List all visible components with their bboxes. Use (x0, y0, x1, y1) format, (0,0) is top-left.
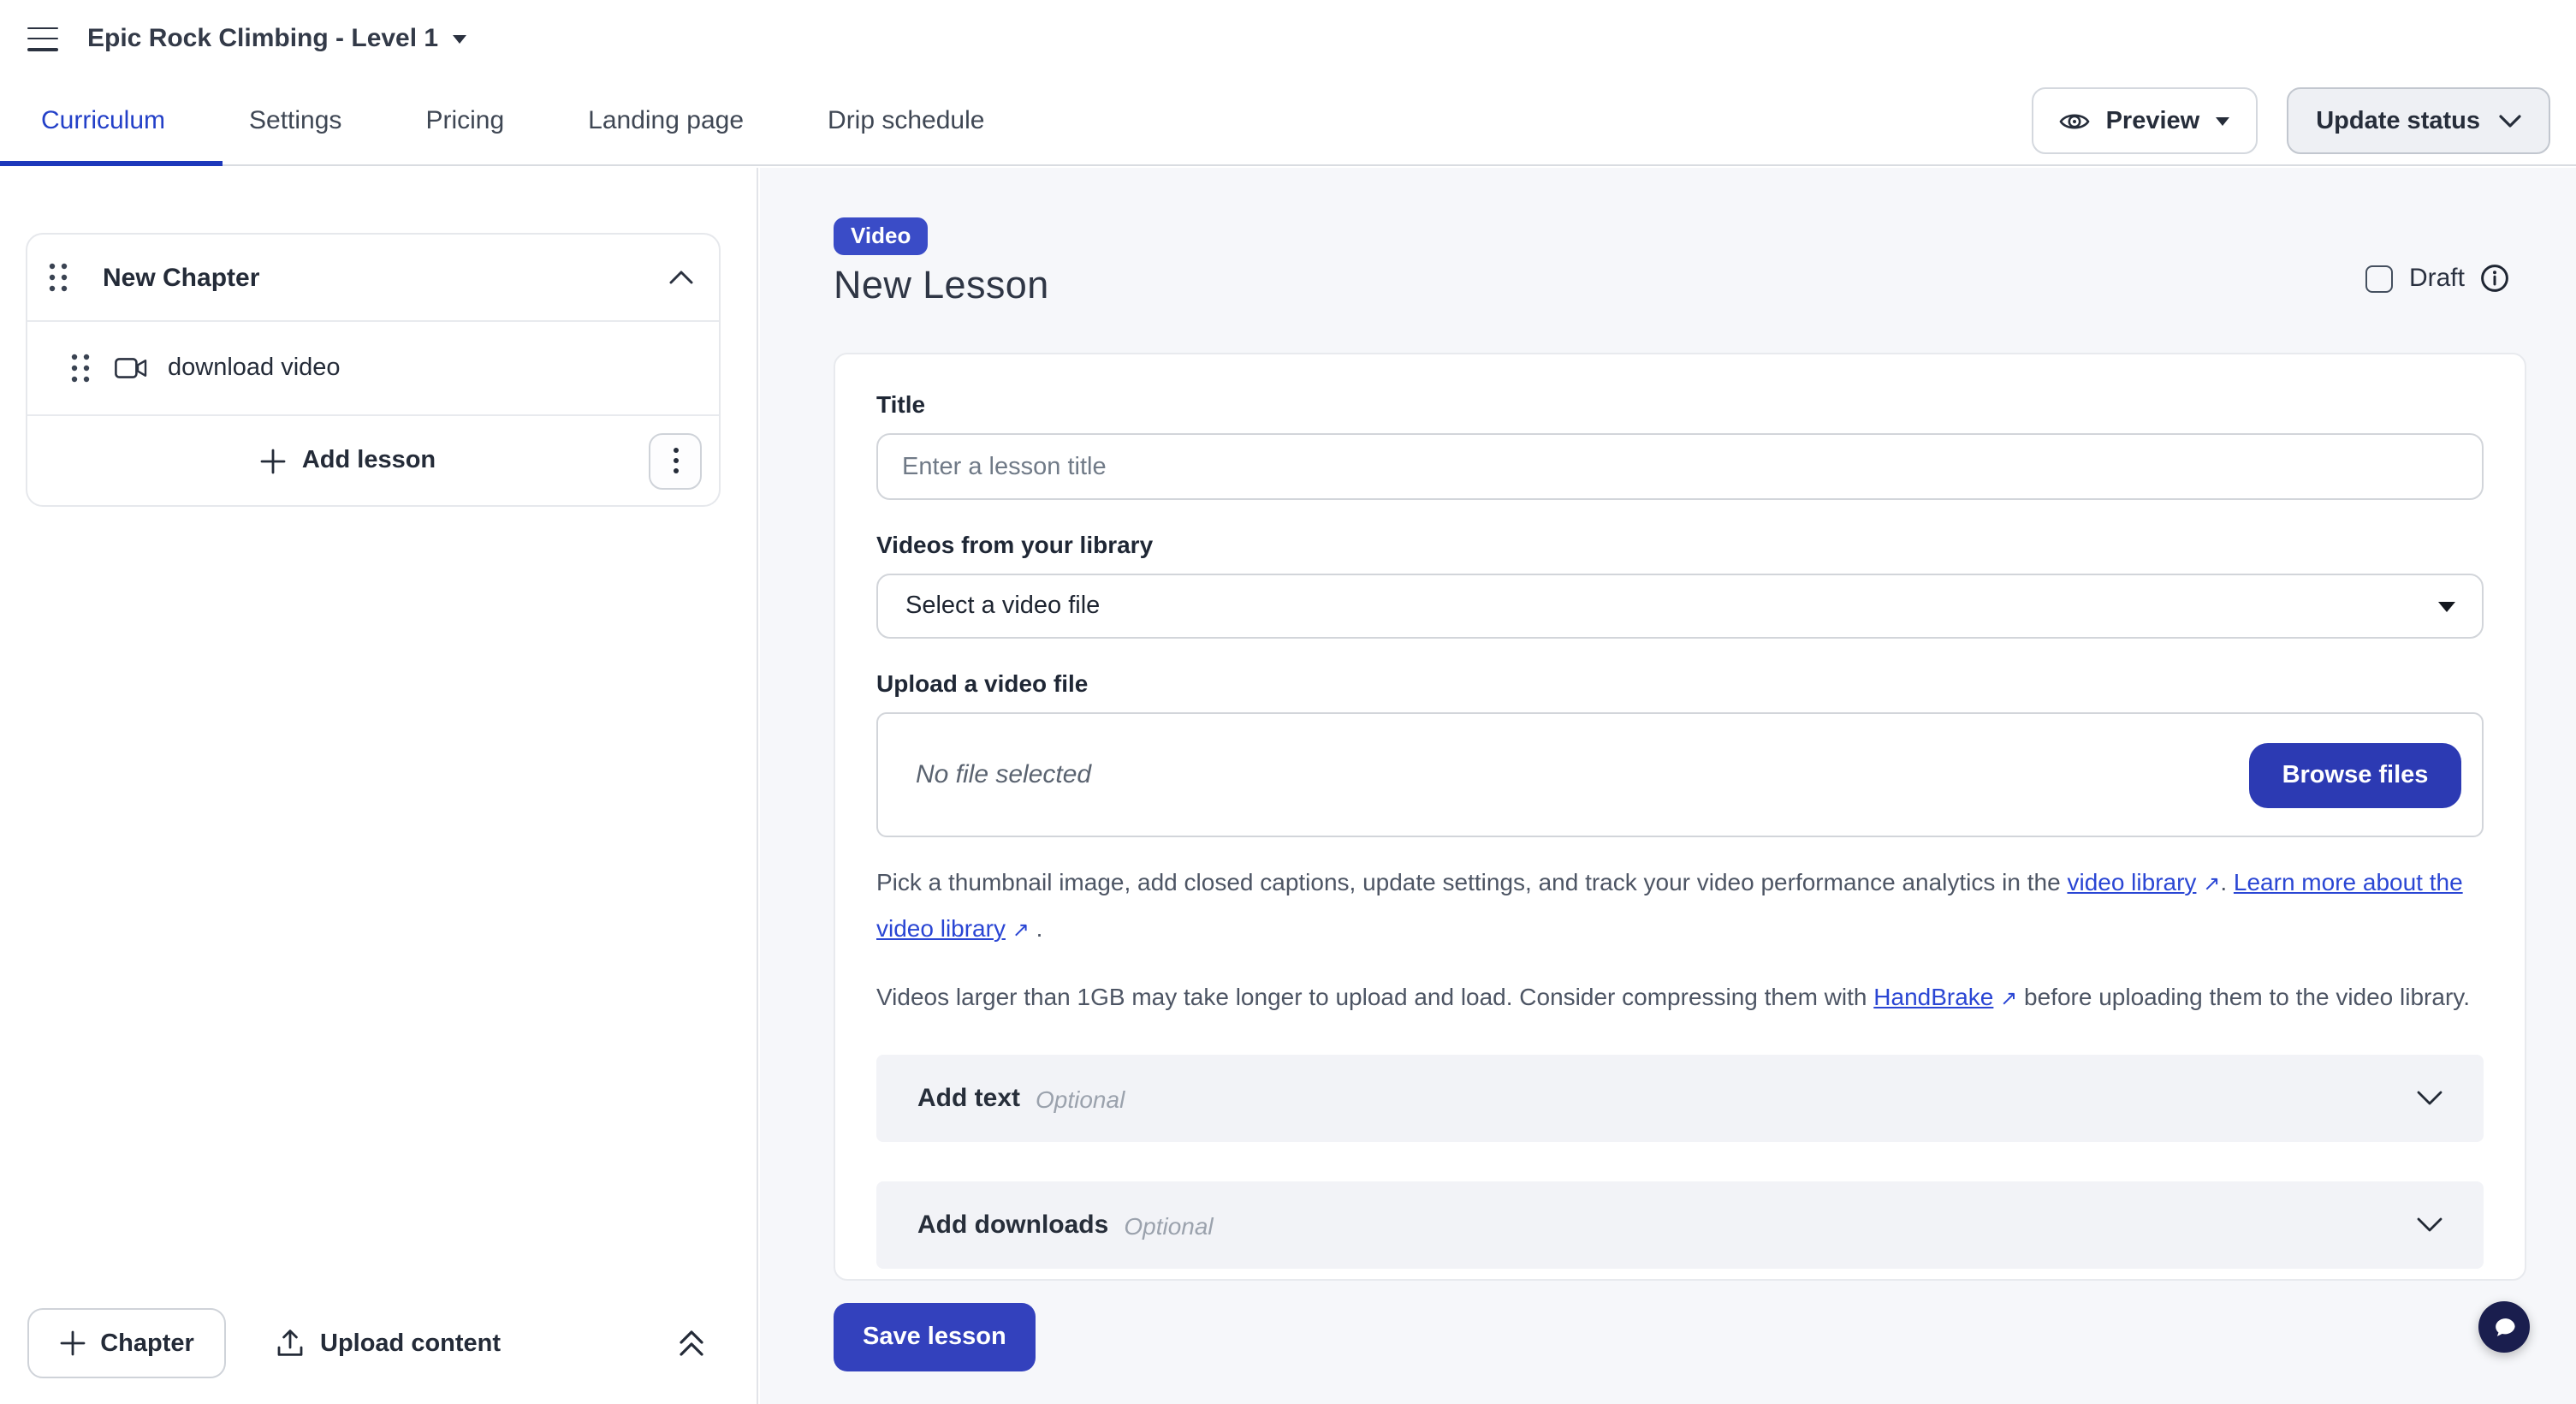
video-upload-dropzone[interactable]: No file selected Browse files (876, 712, 2484, 837)
lesson-title: download video (168, 354, 341, 382)
title-field-label: Title (876, 390, 2484, 418)
draft-toggle: Draft (2366, 264, 2509, 293)
tab-pricing[interactable]: Pricing (425, 106, 504, 135)
add-text-label: Add text (917, 1084, 1020, 1113)
caret-down-icon (2437, 601, 2456, 613)
course-builder-app: Epic Rock Climbing - Level 1 Curriculum … (0, 0, 2576, 1404)
add-lesson-label: Add lesson (302, 447, 436, 474)
caret-down-icon (2215, 116, 2230, 126)
hamburger-menu-icon[interactable] (27, 27, 58, 51)
kebab-menu-icon (672, 447, 679, 474)
sidebar-bottom-bar: Chapter Upload content (27, 1308, 729, 1378)
chapter-footer: Add lesson (27, 416, 719, 505)
preview-button[interactable]: Preview (2033, 87, 2258, 154)
upload-icon (276, 1329, 305, 1358)
lesson-editor-panel: Video New Lesson Draft Title Videos from… (760, 168, 2576, 1404)
info-icon[interactable] (2480, 264, 2509, 293)
chevron-down-icon (2417, 1217, 2442, 1233)
caret-down-icon (452, 33, 467, 44)
upload-content-label: Upload content (320, 1330, 501, 1357)
chapter-title: New Chapter (103, 263, 669, 292)
chapter-card: New Chapter download video Add lesson (26, 233, 721, 507)
add-lesson-button[interactable]: Add lesson (48, 447, 649, 474)
collapse-all-button[interactable] (678, 1329, 705, 1358)
add-downloads-section[interactable]: Add downloads Optional (876, 1181, 2484, 1269)
help-text: . (2220, 868, 2234, 895)
browse-files-button[interactable]: Browse files (2249, 742, 2461, 807)
optional-tag: Optional (1124, 1211, 1213, 1239)
preview-button-label: Preview (2106, 107, 2200, 134)
double-chevron-up-icon (678, 1329, 705, 1358)
video-library-help-text: Pick a thumbnail image, add closed capti… (876, 860, 2484, 952)
help-text: before uploading them to the video libra… (2017, 983, 2470, 1010)
drag-handle-icon[interactable] (48, 262, 68, 293)
handbrake-link[interactable]: HandBrake (1873, 983, 1993, 1010)
video-library-link[interactable]: video library (2067, 868, 2196, 895)
help-text: . (1030, 914, 1043, 942)
chat-widget-button[interactable] (2478, 1301, 2530, 1353)
draft-label: Draft (2409, 264, 2465, 293)
update-status-label: Update status (2316, 107, 2480, 134)
chat-bubble-icon (2490, 1313, 2519, 1341)
plus-icon (59, 1330, 85, 1356)
tab-landing-page[interactable]: Landing page (588, 106, 744, 135)
video-library-select[interactable]: Select a video file (876, 574, 2484, 639)
tab-settings[interactable]: Settings (249, 106, 341, 135)
chevron-up-icon[interactable] (669, 271, 693, 284)
tab-bar: Curriculum Settings Pricing Landing page… (0, 77, 2576, 166)
active-tab-underline (0, 161, 223, 166)
add-text-section[interactable]: Add text Optional (876, 1055, 2484, 1142)
lesson-row[interactable]: download video (27, 322, 719, 416)
upload-empty-text: No file selected (916, 760, 2249, 789)
help-text: Videos larger than 1GB may take longer t… (876, 983, 1873, 1010)
library-field-label: Videos from your library (876, 531, 2484, 558)
save-lesson-button[interactable]: Save lesson (834, 1303, 1036, 1371)
chevron-down-icon (2417, 1091, 2442, 1106)
page-title: New Lesson (834, 264, 2526, 308)
external-link-icon[interactable]: ↗ (1012, 918, 1030, 942)
add-downloads-label: Add downloads (917, 1211, 1108, 1240)
compression-help-text: Videos larger than 1GB may take longer t… (876, 974, 2484, 1020)
add-chapter-button[interactable]: Chapter (27, 1308, 226, 1378)
video-camera-icon (115, 356, 147, 380)
tab-drip-schedule[interactable]: Drip schedule (828, 106, 984, 135)
curriculum-sidebar: New Chapter download video Add lesson (0, 168, 758, 1404)
help-text: Pick a thumbnail image, add closed capti… (876, 868, 2067, 895)
lesson-header: Video New Lesson Draft (834, 217, 2526, 308)
chevron-down-icon (2499, 114, 2521, 128)
eye-icon (2060, 109, 2091, 133)
upload-content-button[interactable]: Upload content (276, 1329, 501, 1358)
topbar: Epic Rock Climbing - Level 1 (0, 0, 2576, 77)
external-link-icon[interactable]: ↗ (2000, 986, 2017, 1010)
drag-handle-icon[interactable] (70, 353, 91, 384)
lesson-type-badge: Video (834, 217, 928, 255)
course-title-dropdown[interactable]: Epic Rock Climbing - Level 1 (87, 24, 467, 53)
external-link-icon[interactable]: ↗ (2203, 872, 2220, 895)
chapter-options-button[interactable] (649, 432, 702, 489)
optional-tag: Optional (1036, 1085, 1125, 1112)
lesson-title-input[interactable] (876, 433, 2484, 500)
draft-checkbox[interactable] (2366, 265, 2394, 292)
update-status-button[interactable]: Update status (2287, 87, 2550, 154)
tab-curriculum[interactable]: Curriculum (41, 106, 165, 135)
video-library-select-value: Select a video file (905, 592, 1100, 620)
add-chapter-label: Chapter (100, 1330, 194, 1357)
plus-icon (261, 448, 287, 473)
chapter-header[interactable]: New Chapter (27, 235, 719, 322)
upload-field-label: Upload a video file (876, 669, 2484, 697)
tabbar-actions: Preview Update status (2033, 87, 2550, 154)
course-title: Epic Rock Climbing - Level 1 (87, 24, 438, 53)
lesson-form-card: Title Videos from your library Select a … (834, 353, 2526, 1281)
